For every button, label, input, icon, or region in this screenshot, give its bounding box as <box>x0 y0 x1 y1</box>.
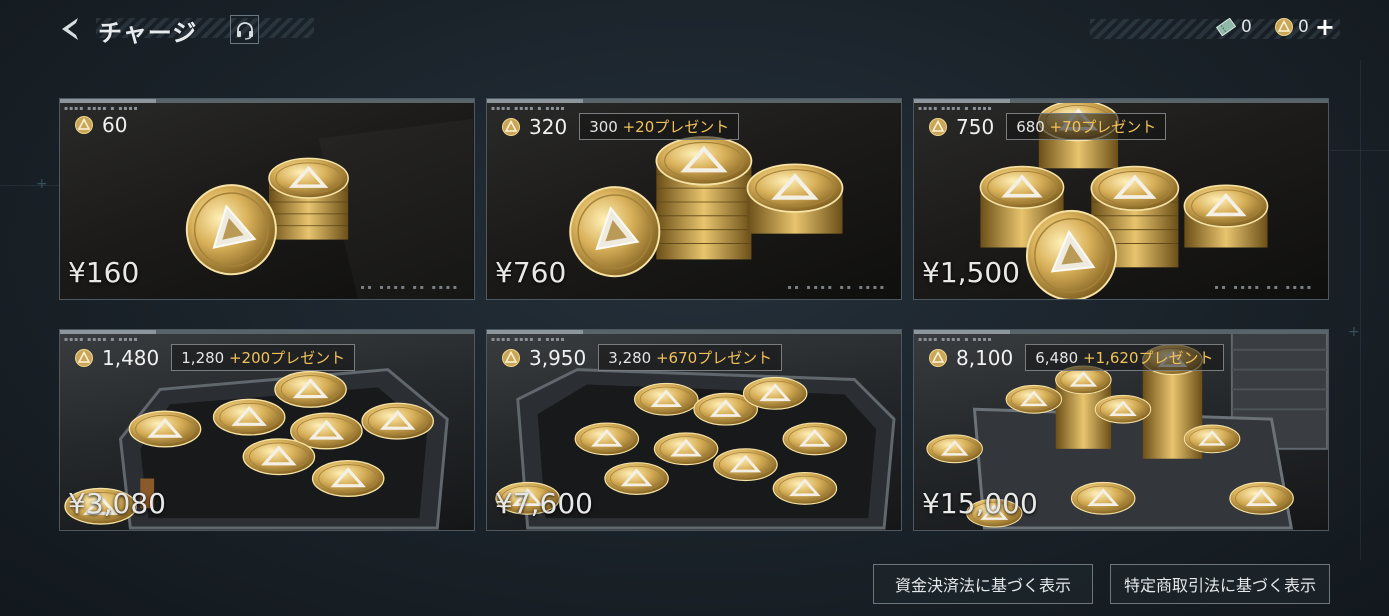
coin-icon <box>502 348 520 367</box>
card-microtext: ▪▪▪▪ ▪▪▪▪ ▪ ▪▪▪▪ <box>64 105 139 112</box>
card-microtext: ▪▪▪▪ ▪▪▪▪ ▪ ▪▪▪▪ <box>491 105 566 112</box>
pack-card-4[interactable]: ▪▪▪▪ ▪▪▪▪ ▪ ▪▪▪▪ 1,480 1,280 +200プレゼント ¥… <box>59 329 475 531</box>
coin-amount: 750 <box>956 114 995 139</box>
bonus-base-amount: 3,280 <box>608 349 656 367</box>
coin-icon <box>929 348 947 367</box>
bonus-extra-amount: +20プレゼント <box>622 118 730 136</box>
pack-price: ¥760 <box>495 256 567 289</box>
coin-amount-row: 1,480 1,280 +200プレゼント <box>74 344 356 371</box>
bonus-badge: 6,480 +1,620プレゼント <box>1025 344 1224 371</box>
bonus-extra-amount: +200プレゼント <box>228 349 346 367</box>
bonus-extra-amount: +1,620プレゼント <box>1082 349 1214 367</box>
coin-amount: 3,950 <box>529 345 587 370</box>
ticket-icon <box>1215 18 1237 36</box>
coin-icon <box>502 117 520 136</box>
coin-amount-row: 8,100 6,480 +1,620プレゼント <box>928 344 1224 371</box>
chevron-left-icon <box>62 18 78 40</box>
headset-icon <box>236 21 253 40</box>
coin-amount-row: 3,950 3,280 +670プレゼント <box>501 344 783 371</box>
support-button[interactable] <box>230 15 259 44</box>
card-footer-microtext: ▪▪ ▪▪▪▪ ▪▪ ▪▪▪▪ <box>360 284 460 291</box>
card-frame-bar <box>487 99 901 103</box>
coin-amount: 60 <box>102 113 128 137</box>
coin-icon <box>75 116 93 134</box>
bonus-base-amount: 1,280 <box>181 349 229 367</box>
hud-divider-vertical <box>1360 60 1361 560</box>
card-microtext: ▪▪▪▪ ▪▪▪▪ ▪ ▪▪▪▪ <box>64 336 139 343</box>
coin-balance-value: 0 <box>1298 17 1309 37</box>
bonus-badge: 300 +20プレゼント <box>579 113 740 140</box>
payment-services-act-button[interactable]: 資金決済法に基づく表示 <box>873 564 1093 604</box>
coin-amount-row: 60 <box>74 113 127 137</box>
coin-amount-row: 320 300 +20プレゼント <box>501 113 740 140</box>
bonus-extra-amount: +670プレゼント <box>655 349 773 367</box>
add-coins-button[interactable]: + <box>1315 15 1335 39</box>
pack-card-6[interactable]: ▪▪▪▪ ▪▪▪▪ ▪ ▪▪▪▪ 8,100 6,480 +1,620プレゼント… <box>913 329 1329 531</box>
card-frame-bar <box>914 330 1328 334</box>
coin-icon <box>929 117 947 136</box>
ticket-balance: 0 <box>1215 17 1252 37</box>
pack-card-3[interactable]: ▪▪▪▪ ▪▪▪▪ ▪ ▪▪▪▪ 750 680 +70プレゼント ¥1,500… <box>913 98 1329 300</box>
coin-amount: 8,100 <box>956 345 1014 370</box>
bonus-extra-amount: +70プレゼント <box>1049 118 1157 136</box>
coin-icon <box>75 348 93 367</box>
bonus-base-amount: 680 <box>1016 118 1050 136</box>
bonus-base-amount: 300 <box>589 118 623 136</box>
card-footer-microtext: ▪▪ ▪▪▪▪ ▪▪ ▪▪▪▪ <box>1214 284 1314 291</box>
coin-amount: 1,480 <box>102 345 160 370</box>
card-footer-microtext: ▪▪ ▪▪▪▪ ▪▪ ▪▪▪▪ <box>787 284 887 291</box>
pack-card-1[interactable]: ▪▪▪▪ ▪▪▪▪ ▪ ▪▪▪▪ 60 ¥160 ▪▪ ▪▪▪▪ ▪▪ ▪▪▪▪ <box>59 98 475 300</box>
coin-amount-row: 750 680 +70プレゼント <box>928 113 1167 140</box>
commercial-transactions-act-button[interactable]: 特定商取引法に基づく表示 <box>1110 564 1330 604</box>
card-microtext: ▪▪▪▪ ▪▪▪▪ ▪ ▪▪▪▪ <box>918 105 993 112</box>
pack-price: ¥15,000 <box>922 487 1038 520</box>
back-button[interactable] <box>56 14 86 44</box>
pack-price: ¥160 <box>68 256 140 289</box>
pack-price: ¥1,500 <box>922 256 1020 289</box>
bonus-badge: 3,280 +670プレゼント <box>598 344 783 371</box>
hud-crosshair-mark: + <box>1348 324 1360 340</box>
page-title: チャージ <box>98 19 198 47</box>
bonus-badge: 1,280 +200プレゼント <box>171 344 356 371</box>
pack-card-5[interactable]: ▪▪▪▪ ▪▪▪▪ ▪ ▪▪▪▪ 3,950 3,280 +670プレゼント ¥… <box>486 329 902 531</box>
bonus-badge: 680 +70プレゼント <box>1006 113 1167 140</box>
card-frame-bar <box>60 330 474 334</box>
card-microtext: ▪▪▪▪ ▪▪▪▪ ▪ ▪▪▪▪ <box>491 336 566 343</box>
hud-crosshair-mark: + <box>36 176 48 192</box>
card-microtext: ▪▪▪▪ ▪▪▪▪ ▪ ▪▪▪▪ <box>918 336 993 343</box>
coin-stack <box>267 156 350 240</box>
card-frame-bar <box>60 99 474 103</box>
ticket-balance-value: 0 <box>1241 17 1252 37</box>
coin-balance: 0 + <box>1274 15 1335 39</box>
header-bar: チャージ 0 0 + <box>0 0 1389 60</box>
bonus-base-amount: 6,480 <box>1035 349 1083 367</box>
pack-price: ¥7,600 <box>495 487 593 520</box>
coin-icon <box>1275 18 1293 36</box>
coin-amount: 320 <box>529 114 568 139</box>
card-frame-bar <box>487 330 901 334</box>
card-frame-bar <box>914 99 1328 103</box>
pack-card-2[interactable]: ▪▪▪▪ ▪▪▪▪ ▪ ▪▪▪▪ 320 300 +20プレゼント ¥760 ▪… <box>486 98 902 300</box>
pack-price: ¥3,080 <box>68 487 166 520</box>
hud-divider-left <box>0 185 60 186</box>
